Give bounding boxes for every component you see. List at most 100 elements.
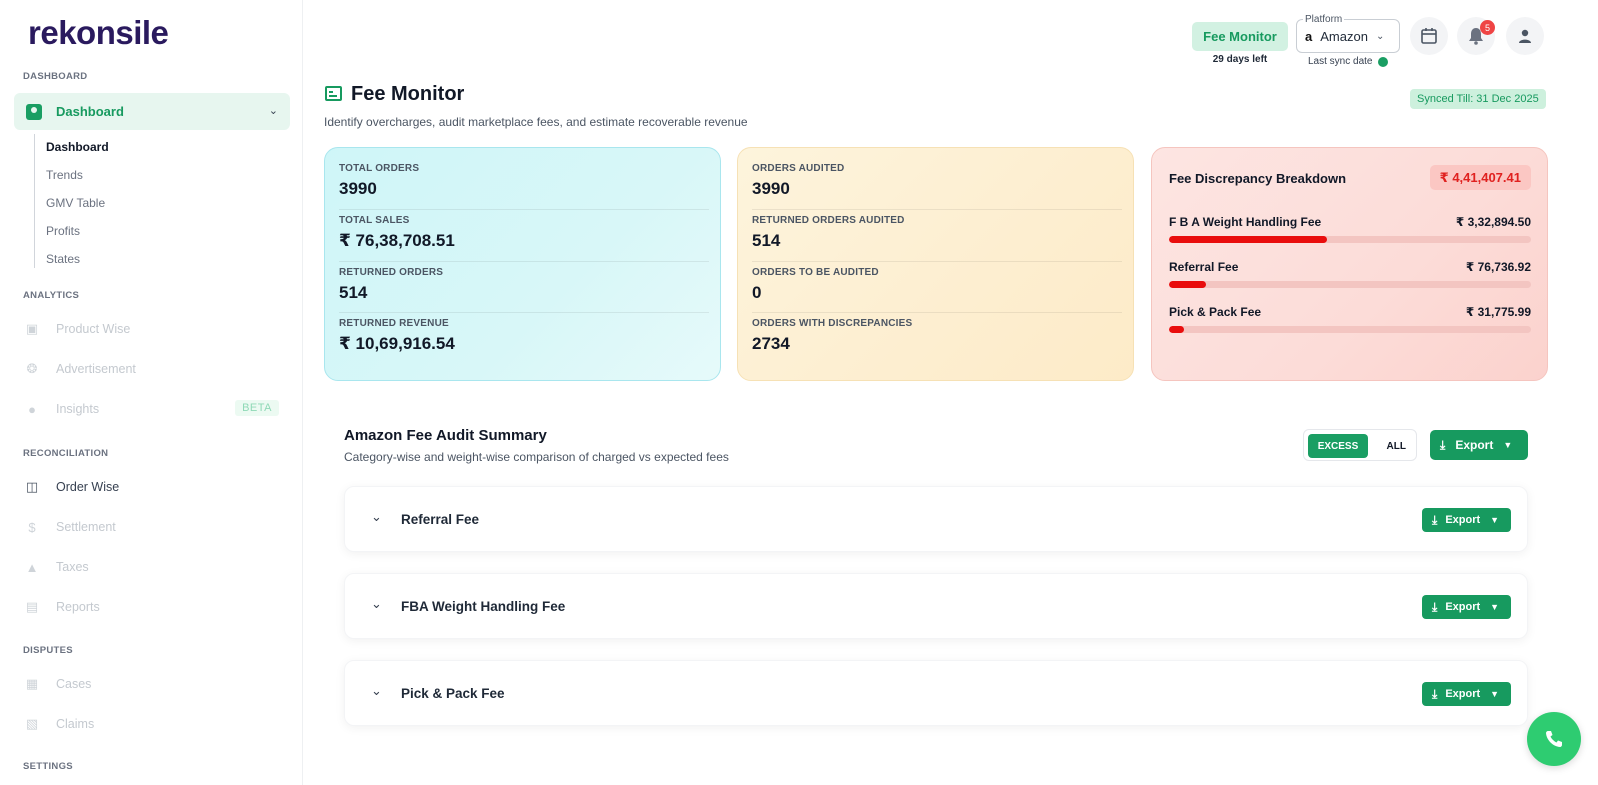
export-button[interactable]: ⤓ Export ▼	[1430, 430, 1528, 460]
submenu-item-dashboard[interactable]: Dashboard	[46, 140, 109, 154]
stat-label: TOTAL SALES	[339, 215, 410, 226]
chevron-down-icon[interactable]: ⌄	[371, 596, 382, 612]
stat-label: RETURNED REVENUE	[339, 318, 449, 329]
accordion-pick-pack-fee[interactable]: ⌄ Pick & Pack Fee ⤓ Export ▼	[344, 660, 1528, 726]
stat-total-orders: TOTAL ORDERS 3990	[339, 163, 709, 199]
clipboard-icon: ▧	[25, 716, 39, 731]
stat-value: 2734	[752, 334, 790, 353]
sidebar-item-reports[interactable]: ▤ Reports	[23, 596, 283, 618]
days-left-text: 29 days left	[1212, 54, 1268, 65]
sidebar-item-product-wise[interactable]: ▣ Product Wise	[23, 318, 283, 340]
fee-progress-fill	[1169, 326, 1185, 333]
stat-value: 0	[752, 283, 762, 302]
stat-label: ORDERS AUDITED	[752, 163, 845, 174]
stat-total-sales: TOTAL SALES ₹ 76,38,708.51	[339, 215, 709, 251]
document-icon: ▤	[25, 599, 39, 614]
download-icon: ⤓	[1432, 512, 1438, 527]
sidebar-item-taxes[interactable]: ▲ Taxes	[23, 556, 283, 578]
submenu-item-gmv-table[interactable]: GMV Table	[46, 196, 105, 210]
divider	[339, 312, 709, 313]
stat-label: TOTAL ORDERS	[339, 163, 420, 174]
toggle-excess[interactable]: EXCESS	[1308, 434, 1368, 458]
phone-icon	[1546, 731, 1562, 747]
export-button[interactable]: ⤓ Export ▼	[1422, 508, 1511, 532]
product-icon: ▣	[25, 321, 39, 336]
fee-progress-track	[1169, 326, 1531, 333]
sidebar-item-settlement[interactable]: $ Settlement	[23, 516, 283, 538]
stat-label: ORDERS TO BE AUDITED	[752, 267, 879, 278]
download-icon: ⤓	[1432, 686, 1438, 701]
caret-down-icon[interactable]: ▼	[1490, 602, 1499, 612]
caret-down-icon[interactable]: ▼	[1490, 515, 1499, 525]
beta-badge: BETA	[235, 400, 279, 416]
support-call-button[interactable]	[1527, 712, 1581, 766]
sidebar-item-insights[interactable]: ● Insights BETA	[23, 398, 283, 420]
profile-button[interactable]	[1506, 17, 1544, 55]
fee-monitor-icon	[325, 86, 342, 101]
stat-value: ₹ 10,69,916.54	[339, 334, 455, 353]
breakdown-total: ₹ 4,41,407.41	[1429, 165, 1531, 190]
stat-returned-revenue: RETURNED REVENUE ₹ 10,69,916.54	[339, 318, 709, 354]
dollar-icon: $	[28, 519, 36, 535]
accordion-title: Referral Fee	[401, 512, 480, 527]
platform-label: Platform	[1303, 14, 1345, 25]
fee-progress-fill	[1169, 281, 1206, 288]
accordion-title: FBA Weight Handling Fee	[401, 599, 566, 614]
calendar-icon	[1421, 28, 1437, 44]
submenu-item-trends[interactable]: Trends	[46, 168, 83, 182]
sidebar-item-advertisement[interactable]: ❂ Advertisement	[23, 358, 283, 380]
fee-name: Referral Fee	[1169, 260, 1239, 274]
toggle-all[interactable]: ALL	[1387, 434, 1406, 458]
chevron-down-icon[interactable]: ⌄	[371, 509, 382, 525]
submenu-item-profits[interactable]: Profits	[46, 224, 80, 238]
sidebar-item-label: Taxes	[56, 560, 89, 574]
fee-amount: ₹ 3,32,894.50	[1455, 215, 1531, 229]
chevron-down-icon[interactable]: ⌄	[269, 104, 278, 117]
fee-progress-track	[1169, 281, 1531, 288]
fee-amount: ₹ 31,775.99	[1465, 305, 1531, 319]
synced-badge: Synced Till: 31 Dec 2025	[1410, 89, 1546, 109]
sidebar-item-claims[interactable]: ▧ Claims	[23, 713, 283, 735]
summary-title: Amazon Fee Audit Summary	[344, 427, 547, 444]
caret-down-icon[interactable]: ▼	[1503, 440, 1512, 450]
fee-name: Pick & Pack Fee	[1169, 305, 1262, 319]
last-sync-label: Last sync date	[1308, 56, 1373, 67]
brand-logo[interactable]: rekonsile	[28, 14, 169, 52]
amazon-icon: a	[1305, 28, 1313, 44]
sidebar-item-label: Product Wise	[56, 322, 131, 336]
sync-status-dot	[1378, 57, 1388, 67]
fee-amount: ₹ 76,736.92	[1465, 260, 1531, 274]
stat-value: ₹ 76,38,708.51	[339, 231, 455, 250]
chevron-down-icon[interactable]: ⌄	[371, 683, 382, 699]
submenu-line	[34, 134, 35, 268]
caret-down-icon[interactable]: ▼	[1490, 689, 1499, 699]
accordion-referral-fee[interactable]: ⌄ Referral Fee ⤓ Export ▼	[344, 486, 1528, 552]
bank-icon: ▲	[25, 559, 39, 575]
sidebar-item-label: Reports	[56, 600, 100, 614]
sidebar-item-label: Cases	[56, 677, 92, 691]
sidebar-item-cases[interactable]: ▦ Cases	[23, 673, 283, 695]
download-icon: ⤓	[1432, 599, 1438, 614]
fee-monitor-badge[interactable]: Fee Monitor	[1192, 22, 1288, 51]
export-label: Export	[1455, 438, 1494, 452]
stat-returned-orders: RETURNED ORDERS 514	[339, 267, 709, 303]
orders-summary-card: TOTAL ORDERS 3990 TOTAL SALES ₹ 76,38,70…	[324, 147, 721, 381]
cart-icon: ◫	[25, 479, 39, 494]
sidebar-item-order-wise[interactable]: ◫ Order Wise	[23, 476, 283, 498]
divider	[752, 312, 1122, 313]
sidebar-item-label: Settlement	[56, 520, 116, 534]
accordion-fba-weight-handling-fee[interactable]: ⌄ FBA Weight Handling Fee ⤓ Export ▼	[344, 573, 1528, 639]
fee-progress-fill	[1169, 236, 1328, 243]
export-button[interactable]: ⤓ Export ▼	[1422, 595, 1511, 619]
app-root: rekonsile DASHBOARD Dashboard ⌄ Dashboar…	[0, 0, 1598, 785]
excess-all-toggle: EXCESS ALL	[1303, 429, 1417, 461]
sidebar-item-dashboard[interactable]: Dashboard ⌄	[14, 93, 290, 130]
calendar-button[interactable]	[1410, 17, 1448, 55]
submenu-item-states[interactable]: States	[46, 252, 80, 266]
stat-value: 3990	[752, 179, 790, 198]
audit-status-card: ORDERS AUDITED 3990 RETURNED ORDERS AUDI…	[737, 147, 1134, 381]
stat-orders-with-discrepancies: ORDERS WITH DISCREPANCIES 2734	[752, 318, 1122, 354]
export-button[interactable]: ⤓ Export ▼	[1422, 682, 1511, 706]
lightbulb-icon: ●	[28, 401, 36, 417]
stat-label: RETURNED ORDERS	[339, 267, 444, 278]
